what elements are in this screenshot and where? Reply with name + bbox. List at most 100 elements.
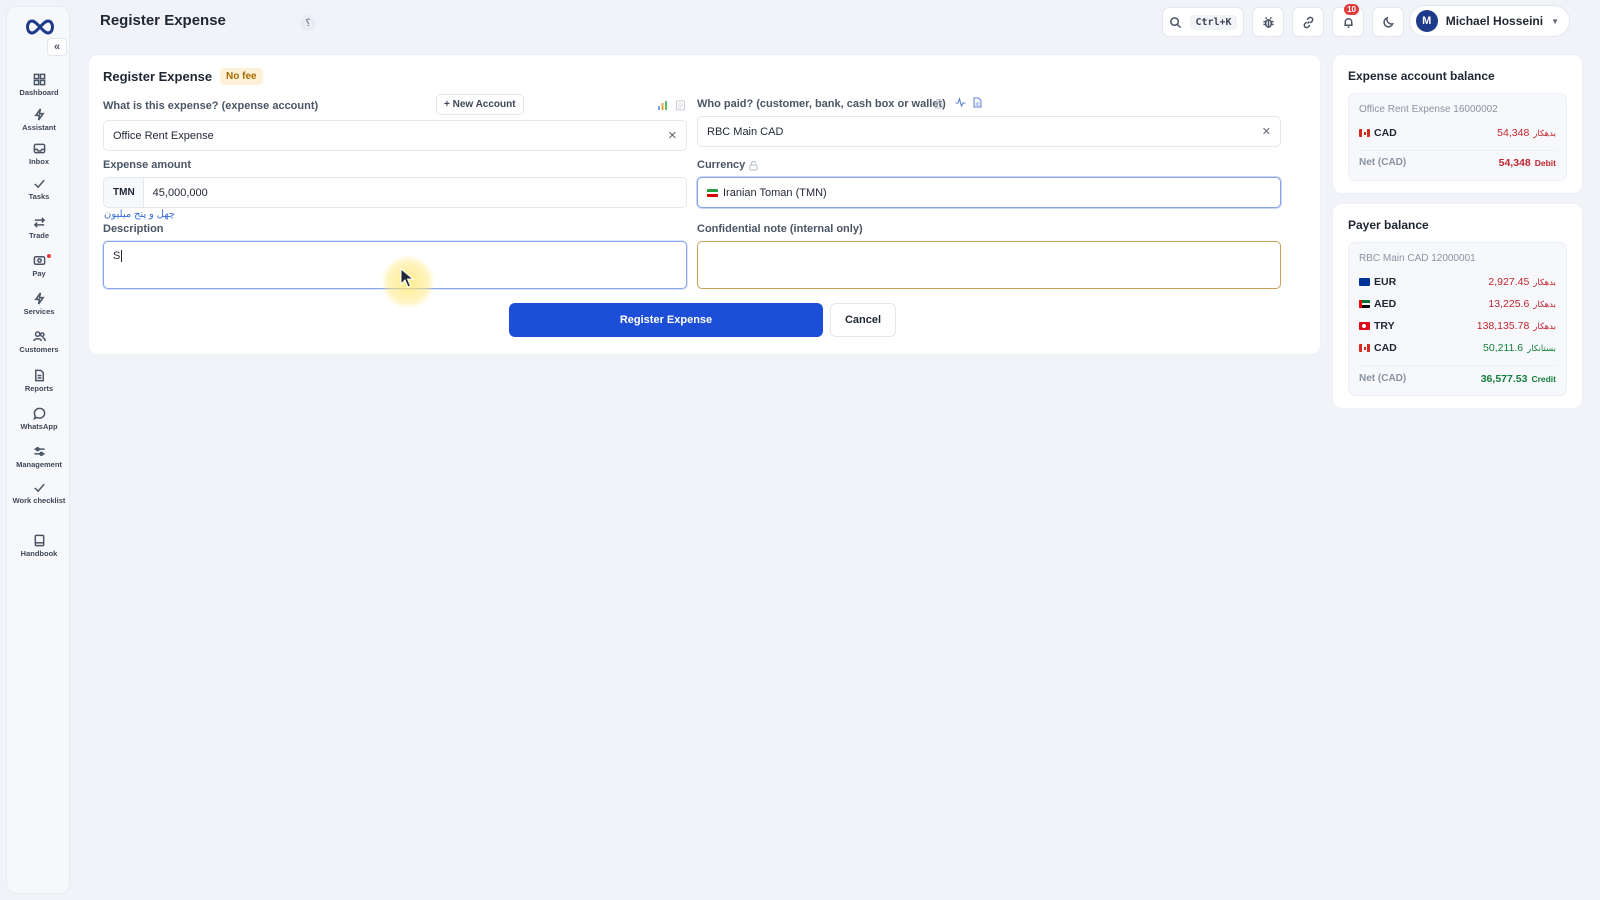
sidebar-item-inbox[interactable]: Inbox (7, 142, 71, 166)
currency-code: AED (1374, 298, 1397, 310)
balance-amount: 2,927.45 (1488, 276, 1530, 288)
sidebar-item-label: Handbook (20, 549, 58, 558)
user-menu[interactable]: M Michael Hosseini ▼ (1408, 5, 1570, 37)
balance-amount: 13,225.6 (1488, 298, 1530, 310)
uae-flag-icon (1359, 300, 1370, 308)
sidebar-item-management[interactable]: Management (7, 445, 71, 469)
theme-toggle-button[interactable] (1372, 7, 1404, 37)
chart-icon[interactable] (657, 100, 668, 111)
sidebar-item-pay[interactable]: Pay (7, 254, 71, 278)
register-expense-button[interactable]: Register Expense (509, 303, 823, 337)
balance-row: CAD 50,211.6 بستانکار (1359, 340, 1556, 356)
sidebar-item-handbook[interactable]: Handbook (7, 534, 71, 558)
currency-value: Iranian Toman (TMN) (723, 186, 827, 199)
sidebar-item-assistant[interactable]: Assistant (7, 108, 71, 132)
activity-icon[interactable] (955, 97, 966, 108)
account-name: RBC Main CAD 12000001 (1359, 253, 1476, 264)
payer-value: RBC Main CAD (707, 125, 784, 138)
sidebar-item-label: Trade (28, 231, 49, 240)
sidebar-item-services[interactable]: Services (7, 292, 71, 316)
debug-button[interactable] (1252, 7, 1284, 37)
sidebar-item-label: Assistant (22, 123, 56, 132)
currency-code: EUR (1374, 276, 1397, 288)
balance-amount: 50,211.6 (1483, 342, 1524, 354)
net-tag: Debit (1534, 157, 1556, 168)
search-button[interactable]: Ctrl+K (1162, 7, 1244, 37)
app-logo[interactable] (23, 17, 57, 37)
sidebar-item-customers[interactable]: Customers (7, 330, 71, 354)
users-icon (32, 331, 46, 342)
expense-account-select[interactable]: Office Rent Expense ✕ (103, 120, 687, 151)
clear-icon[interactable]: ✕ (668, 129, 677, 142)
expense-account-value: Office Rent Expense (113, 129, 214, 142)
search-icon (1170, 16, 1182, 28)
sidebar-item-trade[interactable]: Trade (7, 216, 71, 240)
link-button[interactable] (1292, 7, 1324, 37)
text-caret (121, 250, 123, 262)
eu-flag-icon (1359, 278, 1370, 286)
net-label: Net (CAD) (1359, 157, 1407, 168)
sidebar-item-reports[interactable]: Reports (7, 369, 71, 393)
document-icon[interactable] (675, 100, 686, 111)
net-value: 36,577.53 (1480, 372, 1528, 385)
wallet-icon (33, 256, 45, 265)
account-name: Office Rent Expense 16000002 (1359, 104, 1498, 115)
sidebar-item-label: Pay (32, 269, 46, 278)
amount-value: 45,000,000 (152, 186, 208, 199)
sidebar-collapse-button[interactable]: « (47, 38, 67, 56)
file-icon[interactable] (972, 97, 983, 108)
book-icon (34, 534, 44, 547)
cancel-button[interactable]: Cancel (830, 303, 896, 337)
sidebar-item-tasks[interactable]: Tasks (7, 177, 71, 201)
clear-icon[interactable]: ✕ (1262, 125, 1271, 138)
top-bar: Register Expense ؟ Ctrl+K 10 M Michael H… (76, 0, 1600, 44)
sidebar-item-label: Management (16, 460, 62, 469)
balance-row: AED 13,225.6 بدهکار (1359, 296, 1556, 312)
payer-balance-panel: Payer balance RBC Main CAD 12000001 EUR … (1332, 203, 1583, 409)
net-row: Net (CAD) 54,348 Debit (1359, 150, 1556, 174)
notification-dot (47, 254, 51, 258)
amount-currency-prefix: TMN (104, 178, 144, 207)
expense-balance-card: Office Rent Expense 16000002 CAD 54,348 … (1348, 93, 1567, 181)
amount-in-words: چهل و پنج میلیون (104, 209, 175, 220)
sidebar-item-whatsapp[interactable]: WhatsApp (7, 407, 71, 431)
swap-icon (33, 217, 45, 228)
bolt-icon (33, 108, 45, 121)
confidential-note-textarea[interactable] (697, 241, 1281, 289)
sidebar-item-label: Tasks (28, 192, 50, 201)
new-account-button[interactable]: + New Account (436, 94, 524, 115)
balance-row: CAD 54,348 بدهکار (1359, 125, 1556, 141)
payer-select[interactable]: RBC Main CAD ✕ (697, 116, 1281, 147)
page-title: Register Expense (100, 12, 226, 29)
lock-icon (934, 98, 943, 109)
net-label: Net (CAD) (1359, 373, 1407, 384)
currency-code: CAD (1374, 342, 1397, 354)
sidebar-item-label: Reports (24, 384, 54, 393)
canada-flag-icon (1359, 344, 1370, 352)
iran-flag-icon (707, 188, 718, 197)
panel-title: Expense account balance (1348, 69, 1495, 83)
balance-tag: بستانکار (1527, 342, 1556, 353)
chevron-down-icon: ▼ (1551, 16, 1559, 26)
mouse-cursor-icon (400, 268, 414, 288)
lock-icon (749, 160, 758, 171)
sidebar-item-dashboard[interactable]: Dashboard (7, 73, 71, 97)
amount-input[interactable]: TMN 45,000,000 (103, 177, 687, 208)
turkey-flag-icon (1359, 322, 1370, 330)
sidebar-item-label: Inbox (29, 157, 49, 166)
net-value: 54,348 (1498, 156, 1531, 169)
balance-row: TRY 138,135.78 بدهکار (1359, 318, 1556, 334)
check-icon (33, 179, 45, 189)
link-icon (1303, 16, 1313, 28)
currency-code: TRY (1374, 320, 1395, 332)
help-icon[interactable]: ؟ (300, 15, 316, 31)
currency-select[interactable]: Iranian Toman (TMN) (697, 177, 1281, 208)
sidebar-item-label: Work checklist (12, 496, 66, 505)
notifications-button[interactable]: 10 (1332, 4, 1364, 37)
expense-form-card: Register Expense No fee What is this exp… (88, 54, 1321, 355)
chat-icon (32, 407, 45, 420)
currency-code: CAD (1374, 127, 1397, 139)
description-value: S (113, 250, 121, 262)
avatar: M (1415, 10, 1438, 32)
sidebar-item-work-checklist[interactable]: Work checklist (7, 481, 71, 505)
